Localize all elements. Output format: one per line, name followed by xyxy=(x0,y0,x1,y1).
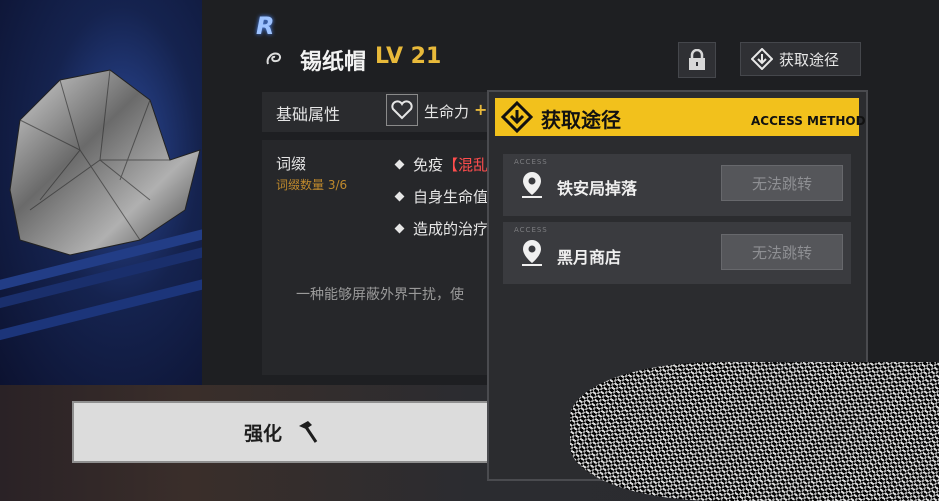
hammer-icon xyxy=(299,421,318,443)
bullet-icon xyxy=(394,223,405,234)
bullet-icon xyxy=(394,191,405,202)
item-artwork xyxy=(0,0,202,385)
route-tag: ACCESS xyxy=(514,158,548,166)
item-description: 一种能够屏蔽外界干扰，使 xyxy=(296,287,464,303)
route-tag: ACCESS xyxy=(514,226,548,234)
route-name: 黑月商店 xyxy=(557,248,622,267)
route-jump-button[interactable]: 无法跳转 xyxy=(721,165,843,201)
affix-title: 词缀 xyxy=(276,155,307,173)
route-name: 铁安局掉落 xyxy=(557,179,638,198)
route-icon xyxy=(751,48,773,70)
heart-icon xyxy=(386,94,418,126)
access-popup-subtitle: ACCESS METHOD xyxy=(751,114,866,128)
access-method-button[interactable]: 获取途径 xyxy=(740,42,861,76)
affix-item: 自身生命值 xyxy=(394,186,488,207)
foil-hat-icon xyxy=(9,69,201,256)
access-popup-title: 获取途径 xyxy=(541,108,621,132)
route-jump-button[interactable]: 无法跳转 xyxy=(721,234,843,270)
access-method-label: 获取途径 xyxy=(779,50,840,69)
lock-icon xyxy=(689,49,705,70)
base-stats-label: 基础属性 xyxy=(276,105,341,124)
item-name: 锡纸帽 xyxy=(300,50,367,75)
bullet-icon xyxy=(394,159,405,170)
item-level: LV 21 xyxy=(375,44,442,69)
noise-watermark xyxy=(570,362,939,501)
route-icon xyxy=(501,101,533,133)
location-pin-icon xyxy=(522,240,542,266)
lock-button[interactable] xyxy=(678,42,716,78)
hp-stat-plus: + xyxy=(474,100,488,119)
rarity-badge: R xyxy=(256,12,275,40)
affix-item: 造成的治疗 xyxy=(394,218,488,239)
affix-item: 免疫【混乱 xyxy=(394,154,488,175)
enhance-button[interactable]: 强化 xyxy=(72,401,490,463)
item-type-icon xyxy=(262,46,286,70)
affix-count: 词缀数量 3/6 xyxy=(276,178,348,192)
enhance-label: 强化 xyxy=(243,422,282,445)
location-pin-icon xyxy=(522,172,542,198)
hp-stat-label: 生命力 xyxy=(424,103,470,121)
